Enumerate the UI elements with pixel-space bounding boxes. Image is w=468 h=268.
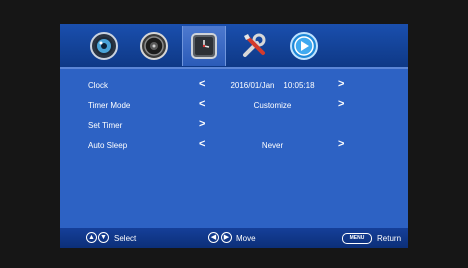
select-hint: Select	[114, 234, 137, 243]
arrow-left-icon[interactable]: <	[199, 78, 205, 90]
menu-row-value: Customize	[253, 101, 292, 110]
menu-row-timer-mode[interactable]: Timer Mode < Customize >	[60, 96, 408, 116]
tools-icon	[243, 33, 266, 57]
picture-icon	[90, 32, 118, 60]
menu-row-label: Clock	[88, 81, 109, 90]
tab-setup[interactable]	[232, 26, 276, 66]
arrow-right-icon[interactable]: >	[199, 118, 205, 130]
media-play-icon	[290, 32, 318, 60]
menu-row-value: 2016/01/Jan 10:05:18	[230, 81, 315, 90]
menu-row-auto-sleep[interactable]: Auto Sleep < Never >	[60, 136, 408, 156]
osd-menu: Clock < 2016/01/Jan 10:05:18 > Timer Mod…	[60, 24, 408, 248]
clock-icon	[191, 33, 217, 59]
tab-divider	[60, 67, 408, 69]
tab-sound[interactable]	[132, 26, 176, 66]
tab-media[interactable]	[282, 26, 326, 66]
arrow-left-icon[interactable]: <	[199, 98, 205, 110]
down-arrow-icon: ▼	[98, 232, 109, 243]
menu-row-label: Set Timer	[88, 121, 123, 130]
category-tab-bar	[60, 24, 408, 68]
button-hint-bar: ▲ ▼ Select ◀ ▶ Move MENU Return	[60, 228, 408, 248]
menu-row-label: Timer Mode	[88, 101, 131, 110]
arrow-right-icon[interactable]: >	[338, 98, 344, 110]
move-hint: Move	[236, 234, 256, 243]
tab-time[interactable]	[182, 26, 226, 66]
menu-row-value: Never	[261, 141, 284, 150]
speaker-icon	[140, 32, 168, 60]
menu-row-clock[interactable]: Clock < 2016/01/Jan 10:05:18 >	[60, 76, 408, 96]
arrow-right-icon[interactable]: >	[338, 78, 344, 90]
arrow-right-icon[interactable]: >	[338, 138, 344, 150]
up-arrow-icon: ▲	[86, 232, 97, 243]
tab-picture[interactable]	[82, 26, 126, 66]
right-arrow-icon: ▶	[221, 232, 232, 243]
left-arrow-icon: ◀	[208, 232, 219, 243]
menu-row-label: Auto Sleep	[88, 141, 128, 150]
return-hint: Return	[377, 234, 402, 243]
menu-row-set-timer[interactable]: Set Timer >	[60, 116, 408, 136]
arrow-left-icon[interactable]: <	[199, 138, 205, 150]
menu-key-icon: MENU	[342, 233, 372, 244]
